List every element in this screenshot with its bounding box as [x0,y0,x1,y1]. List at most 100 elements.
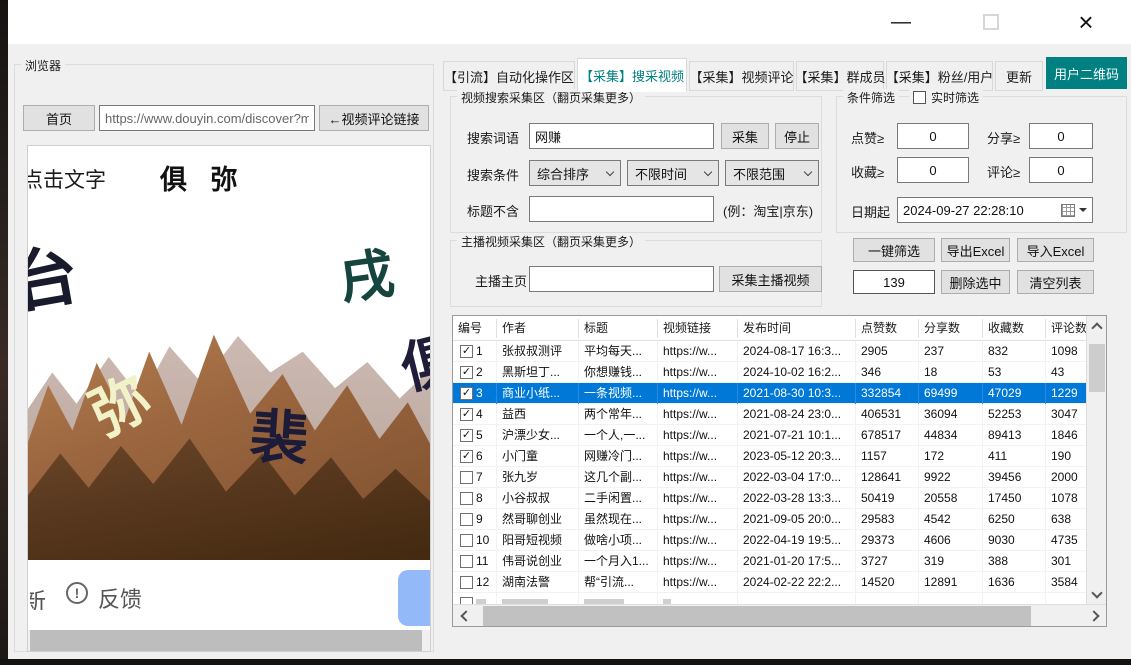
keyword-input[interactable] [529,123,714,149]
row-checkbox[interactable]: ✓ [460,366,473,379]
time-select[interactable]: 不限时间 [627,160,719,186]
url-input[interactable] [99,105,315,131]
tab-video-comments[interactable]: 【采集】视频评论 [689,61,794,91]
browser-scrollbar-thumb[interactable] [30,630,422,652]
cell-author: 小门童 [497,446,579,467]
realtime-filter-label: 实时筛选 [931,89,979,106]
main-area: 浏览器 首页 ←视频评论链接 点击文字 俱 弥 台戌弥裴俱 新 ! 反馈 [8,44,1131,659]
tab-search-videos[interactable]: 【采集】搜采视频 [577,58,687,92]
export-excel-button[interactable]: 导出Excel [941,238,1010,262]
share-filter-label: 分享≥ [987,128,1020,147]
scroll-up-arrow[interactable] [1087,316,1107,336]
table-row[interactable]: ✓6 小门童 网赚冷门... https://w... 2023-05-12 2… [453,446,1106,467]
browser-horizontal-scrollbar[interactable] [28,630,431,652]
exclude-title-input[interactable] [529,196,714,222]
import-excel-button[interactable]: 导入Excel [1017,238,1094,262]
row-checkbox[interactable] [460,471,473,484]
scroll-right-arrow[interactable] [1084,605,1106,627]
favorite-filter-input[interactable] [897,157,969,183]
anchor-homepage-input[interactable] [529,266,714,292]
table-row[interactable]: ✓5 沪漂少女... 一个人,一... https://w... 2021-07… [453,425,1106,446]
column-header-favs[interactable]: 收藏数 [983,319,1046,338]
row-checkbox[interactable]: ✓ [460,429,473,442]
vertical-scrollbar-thumb[interactable] [1089,344,1105,392]
refresh-partial-glyph[interactable]: 新 [30,582,46,610]
tab-automation[interactable]: 【引流】自动化操作区 [443,61,575,91]
captcha-image[interactable]: 台戌弥裴俱 [28,208,431,560]
like-filter-input[interactable] [897,123,969,149]
scroll-left-arrow[interactable] [453,605,475,627]
captcha-confirm-button[interactable] [398,570,431,626]
realtime-filter-checkbox[interactable]: 实时筛选 [909,89,983,106]
exclude-title-label: 标题不含 [467,201,519,220]
column-header-time[interactable]: 发布时间 [738,319,856,338]
cell-num: 11 [453,551,497,572]
table-row[interactable]: 8 小谷叔叔 二手闲置... https://w... 2022-03-28 1… [453,488,1106,509]
video-comment-link-button[interactable]: ←视频评论链接 [319,105,429,131]
browser-group-label: 浏览器 [21,57,65,74]
record-count-box[interactable] [853,270,935,294]
row-checkbox[interactable] [460,534,473,547]
table-row[interactable]: 7 张九岁 这几个副... https://w... 2022-03-04 17… [453,467,1106,488]
row-checkbox[interactable]: ✓ [460,450,473,463]
cell-likes: 29373 [856,530,919,551]
row-checkbox[interactable] [460,555,473,568]
sort-select[interactable]: 综合排序 [529,160,621,186]
delete-selected-button[interactable]: 删除选中 [941,270,1010,294]
user-qrcode-button[interactable]: 用户二维码 [1046,57,1127,89]
row-checkbox[interactable]: ✓ [460,345,473,358]
table-row[interactable]: ✓1 张叔叔测评 平均每天... https://w... 2024-08-17… [453,341,1106,362]
tab-update[interactable]: 更新 [995,61,1043,91]
range-select[interactable]: 不限范围 [725,160,819,186]
table-row[interactable]: ✓2 黑斯坦丁... 你想赚钱... https://w... 2024-10-… [453,362,1106,383]
horizontal-scrollbar-thumb[interactable] [483,606,1031,626]
table-row[interactable]: ✓4 益西 两个常年... https://w... 2021-08-24 23… [453,404,1106,425]
table-row[interactable]: ✓3 商业小纸... 一条视频... https://w... 2021-08-… [453,383,1106,404]
cell-likes: 346 [856,362,919,383]
captcha-char[interactable]: 戌 [337,247,398,308]
row-checkbox[interactable] [460,576,473,589]
cell-favs: 6250 [983,509,1046,530]
column-header-link[interactable]: 视频链接 [658,319,738,338]
table-row[interactable]: 12 湖南法警 帮“引流... https://w... 2024-02-22 … [453,572,1106,593]
minimize-button[interactable]: — [878,8,924,36]
cell-favs: 52253 [983,404,1046,425]
tab-group-members[interactable]: 【采集】群成员 [796,61,884,91]
table-row[interactable]: 10 阳哥短视频 做啥小项... https://w... 2022-04-19… [453,530,1106,551]
maximize-button[interactable] [968,8,1014,36]
stop-button[interactable]: 停止 [775,123,819,149]
column-header-shares[interactable]: 分享数 [919,319,983,338]
one-key-filter-button[interactable]: 一键筛选 [853,238,935,262]
table-vertical-scrollbar[interactable] [1086,316,1106,604]
feedback-link[interactable]: 反馈 [98,582,142,614]
captcha-char[interactable]: 裴 [248,408,310,470]
app-window: — × 浏览器 首页 ←视频评论链接 点击文字 俱 弥 台戌弥裴俱 新 [0,0,1131,665]
row-checkbox[interactable] [460,513,473,526]
home-button[interactable]: 首页 [23,105,95,131]
cell-shares: 12891 [919,572,983,593]
comment-filter-input[interactable] [1029,157,1093,183]
sort-select-value: 综合排序 [537,164,589,183]
column-header-title[interactable]: 标题 [579,319,658,338]
date-from-picker[interactable]: 2024-09-27 22:28:10 [897,197,1093,223]
cell-shares: 4542 [919,509,983,530]
clear-list-button[interactable]: 清空列表 [1017,270,1094,294]
table-row[interactable]: 11 伟哥说创业 一个月入1... https://w... 2021-01-2… [453,551,1106,572]
table-row[interactable]: 9 然哥聊创业 虽然现在... https://w... 2021-09-05 … [453,509,1106,530]
scroll-down-arrow[interactable] [1087,584,1107,604]
column-header-author[interactable]: 作者 [497,319,579,338]
row-checkbox[interactable]: ✓ [460,387,473,400]
share-filter-input[interactable] [1029,123,1093,149]
cell-title: 一条视频... [579,383,658,404]
column-header-likes[interactable]: 点赞数 [856,319,919,338]
cell-time: 2024-02-22 22:2... [738,572,856,593]
close-button[interactable]: × [1063,8,1109,36]
column-header-num[interactable]: 编号 [453,319,497,338]
row-checkbox[interactable] [460,492,473,505]
tab-fans-users[interactable]: 【采集】粉丝/用户 [886,61,993,91]
collect-button[interactable]: 采集 [721,123,769,149]
row-checkbox[interactable]: ✓ [460,408,473,421]
collect-anchor-videos-button[interactable]: 采集主播视频 [719,266,822,292]
cell-time: 2022-03-04 17:0... [738,467,856,488]
table-horizontal-scrollbar[interactable] [453,604,1106,626]
